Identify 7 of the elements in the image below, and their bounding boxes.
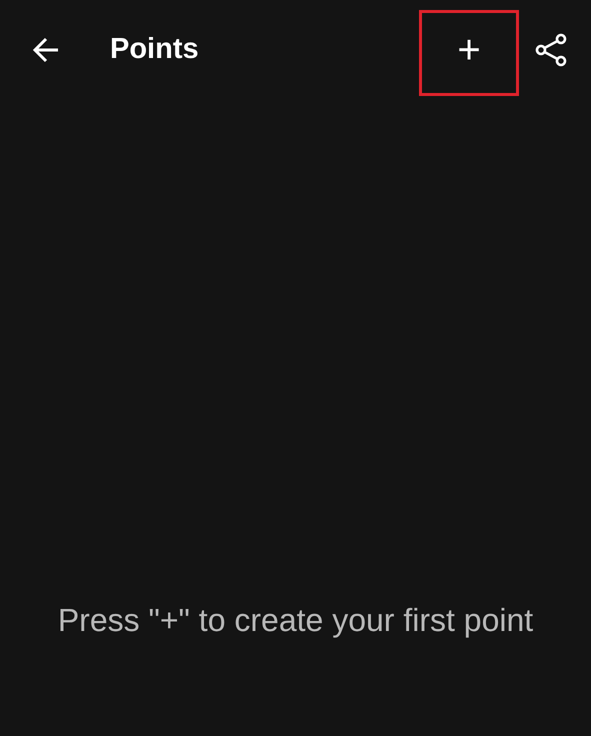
screen-title: Points — [110, 32, 199, 68]
share-button[interactable] — [535, 33, 567, 67]
add-button[interactable]: + — [419, 10, 519, 96]
back-button[interactable] — [32, 36, 60, 64]
back-arrow-icon — [32, 36, 60, 64]
empty-state-message: Press "+" to create your first point — [58, 601, 534, 640]
share-icon — [535, 33, 567, 67]
